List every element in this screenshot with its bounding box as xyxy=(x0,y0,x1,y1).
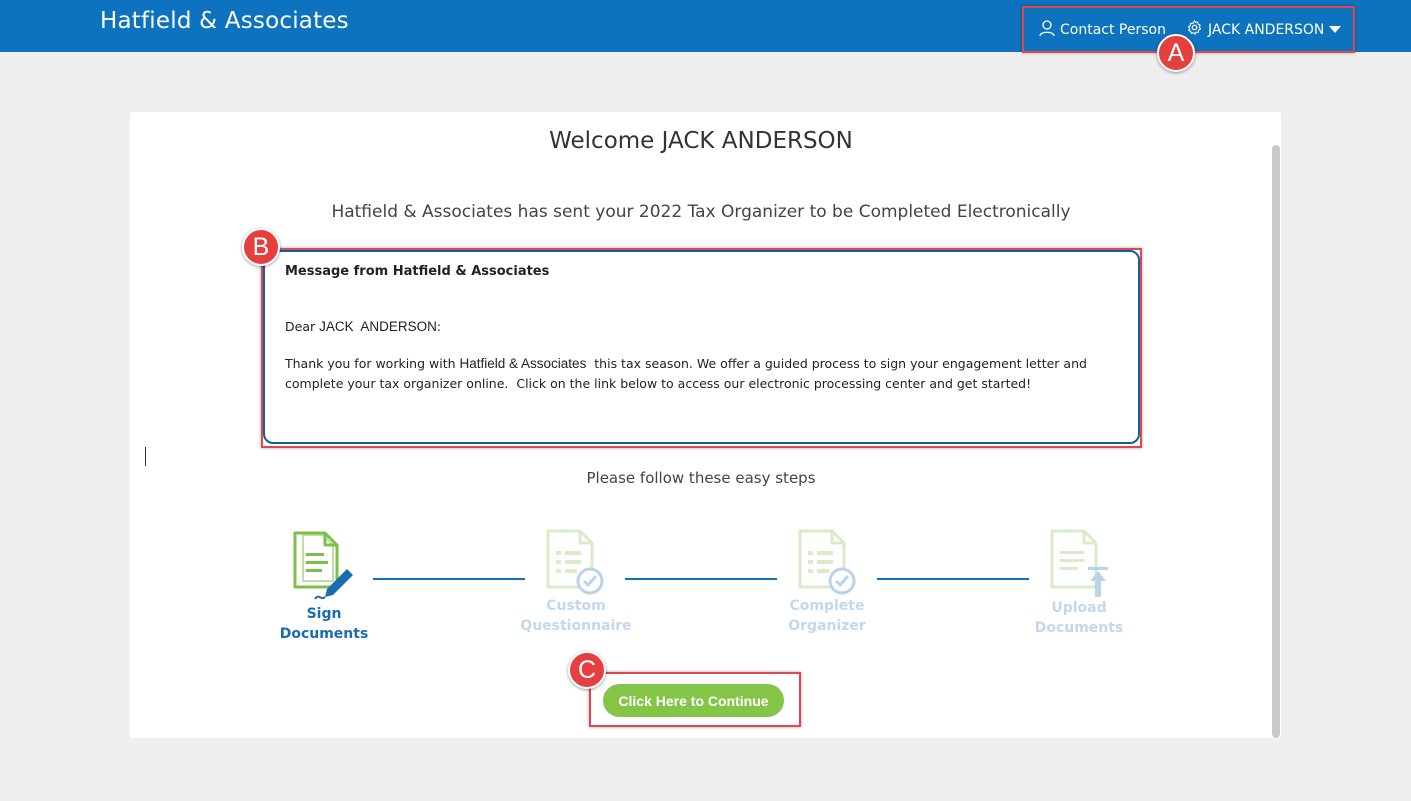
step-label-line1: Complete xyxy=(789,598,865,614)
text-cursor xyxy=(145,447,146,466)
annotation-badge-a: A xyxy=(1157,34,1195,72)
step-custom-questionnaire: Custom Questionnaire xyxy=(510,596,642,636)
scrollbar[interactable] xyxy=(1272,145,1280,738)
step-connector xyxy=(625,578,777,580)
step-label-line1: Upload xyxy=(1051,600,1107,616)
sign-document-icon xyxy=(291,527,355,607)
brand-title: Hatfield & Associates xyxy=(100,8,349,34)
step-label-line1: Custom xyxy=(546,598,606,614)
step-connector xyxy=(373,578,525,580)
annotation-box-c xyxy=(589,672,801,727)
annotation-box-b xyxy=(261,248,1142,448)
welcome-heading: Welcome JACK ANDERSON xyxy=(549,128,853,154)
step-upload-documents: Upload Documents xyxy=(1019,598,1139,638)
step-connector xyxy=(877,578,1029,580)
annotation-badge-b: B xyxy=(242,228,280,266)
step-complete-organizer: Complete Organizer xyxy=(767,596,887,636)
step-label-line2: Organizer xyxy=(788,618,866,634)
checklist-icon xyxy=(796,527,860,601)
step-sign-documents: Sign Documents xyxy=(264,604,384,644)
step-label-line2: Questionnaire xyxy=(520,618,632,634)
annotation-badge-c: C xyxy=(568,651,606,689)
sent-organizer-text: Hatfield & Associates has sent your 2022… xyxy=(331,202,1071,222)
step-label-line2: Documents xyxy=(279,626,369,642)
follow-steps-text: Please follow these easy steps xyxy=(586,469,816,487)
checklist-icon xyxy=(544,527,608,601)
step-label-line1: Sign xyxy=(306,606,342,622)
upload-document-icon xyxy=(1048,527,1112,603)
step-label-line2: Documents xyxy=(1034,620,1124,636)
